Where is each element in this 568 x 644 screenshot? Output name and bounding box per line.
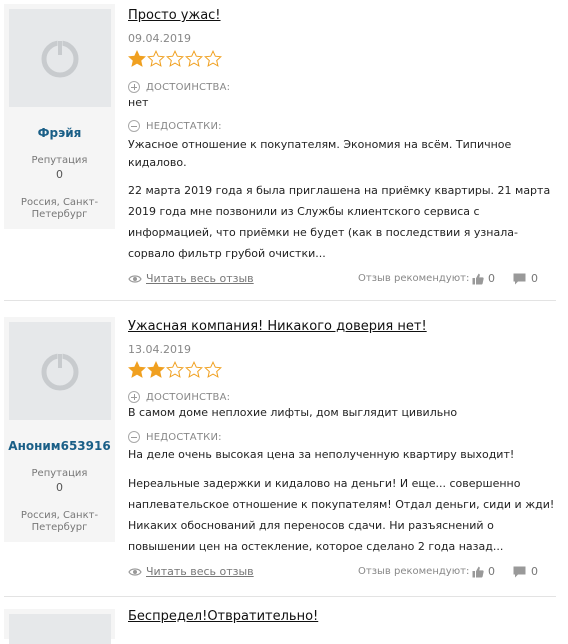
review-separator xyxy=(4,300,556,301)
user-placeholder-icon xyxy=(41,352,79,391)
user-location: Россия, Санкт-Петербург xyxy=(20,197,99,220)
review-date: 09.04.2019 xyxy=(128,32,191,45)
star-empty-icon xyxy=(185,50,203,67)
star-empty-icon xyxy=(204,361,222,378)
recommend-label: Отзыв рекомендуют: xyxy=(358,273,470,284)
cons-label-text: НЕДОСТАТКИ: xyxy=(146,431,222,443)
plus-circle-icon xyxy=(128,81,140,93)
read-more-link[interactable]: Читать весь отзыв xyxy=(128,272,254,285)
thumbs-up-icon xyxy=(472,273,484,284)
review-title[interactable]: Ужасная компания! Никакого доверия нет! xyxy=(128,319,427,334)
pros-label: ДОСТОИНСТВА: xyxy=(128,81,230,93)
like-button[interactable]: 0 xyxy=(472,565,495,578)
star-empty-icon xyxy=(166,50,184,67)
eye-icon xyxy=(128,567,142,576)
comment-icon xyxy=(513,566,526,577)
avatar[interactable] xyxy=(9,614,111,644)
review-title[interactable]: Беспредел!Отвратительно! xyxy=(128,609,318,624)
user-card xyxy=(4,609,115,644)
minus-circle-icon xyxy=(128,120,140,132)
review-card: Беспредел!Отвратительно! xyxy=(0,605,568,644)
review-card: Аноним653916 Репутация 0 Россия, Санкт-П… xyxy=(0,313,568,603)
rating-stars xyxy=(128,50,222,68)
pros-label: ДОСТОИНСТВА: xyxy=(128,391,230,403)
minus-circle-icon xyxy=(128,431,140,443)
review-title[interactable]: Просто ужас! xyxy=(128,8,221,23)
read-more-text[interactable]: Читать весь отзыв xyxy=(146,272,254,285)
read-more-link[interactable]: Читать весь отзыв xyxy=(128,565,254,578)
comments-button[interactable]: 0 xyxy=(513,272,538,285)
cons-label: НЕДОСТАТКИ: xyxy=(128,120,222,132)
like-count: 0 xyxy=(488,565,495,578)
reputation-label: Репутация xyxy=(31,468,88,479)
eye-icon xyxy=(128,274,142,283)
avatar[interactable] xyxy=(9,9,111,107)
review-content: Просто ужас! 09.04.2019 ДОСТОИНСТВА: нет… xyxy=(128,0,558,300)
star-empty-icon xyxy=(185,361,203,378)
star-filled-icon xyxy=(128,361,146,378)
star-empty-icon xyxy=(166,361,184,378)
rating-stars xyxy=(128,361,222,379)
star-filled-icon xyxy=(128,50,146,67)
comment-icon xyxy=(513,273,526,284)
username[interactable]: Фрэйя xyxy=(4,126,115,140)
review-body: 22 марта 2019 года я была приглашена на … xyxy=(128,184,551,260)
thumbs-up-icon xyxy=(472,566,484,577)
like-button[interactable]: 0 xyxy=(472,272,495,285)
plus-circle-icon xyxy=(128,391,140,403)
review-separator xyxy=(4,596,556,597)
cons-text: Ужасное отношение к покупателям. Экономи… xyxy=(128,138,512,169)
comment-count: 0 xyxy=(531,272,538,285)
user-location: Россия, Санкт-Петербург xyxy=(20,510,99,533)
user-card: Аноним653916 Репутация 0 Россия, Санкт-П… xyxy=(4,317,115,542)
username[interactable]: Аноним653916 xyxy=(4,439,115,453)
reputation-value: 0 xyxy=(56,168,63,181)
cons-label: НЕДОСТАТКИ: xyxy=(128,431,222,443)
pros-text: нет xyxy=(128,96,149,109)
comment-count: 0 xyxy=(531,565,538,578)
comments-button[interactable]: 0 xyxy=(513,565,538,578)
review-footer: Читать весь отзыв Отзыв рекомендуют: 0 0 xyxy=(128,565,540,581)
star-filled-icon xyxy=(147,361,165,378)
reputation-label: Репутация xyxy=(31,155,88,166)
review-card: Фрэйя Репутация 0 Россия, Санкт-Петербур… xyxy=(0,0,568,301)
cons-label-text: НЕДОСТАТКИ: xyxy=(146,120,222,132)
avatar[interactable] xyxy=(9,322,111,420)
star-empty-icon xyxy=(204,50,222,67)
reputation-value: 0 xyxy=(56,481,63,494)
cons-text: На деле очень высокая цена за неполученн… xyxy=(128,448,515,461)
review-body: Нереальные задержки и кидалово на деньги… xyxy=(128,477,555,553)
user-placeholder-icon xyxy=(41,39,79,78)
like-count: 0 xyxy=(488,272,495,285)
recommend-label: Отзыв рекомендуют: xyxy=(358,566,470,577)
pros-label-text: ДОСТОИНСТВА: xyxy=(146,391,231,403)
read-more-text[interactable]: Читать весь отзыв xyxy=(146,565,254,578)
review-content: Ужасная компания! Никакого доверия нет! … xyxy=(128,313,558,601)
user-card: Фрэйя Репутация 0 Россия, Санкт-Петербур… xyxy=(4,4,115,229)
pros-label-text: ДОСТОИНСТВА: xyxy=(146,81,231,93)
review-content: Беспредел!Отвратительно! xyxy=(128,605,558,635)
star-empty-icon xyxy=(147,50,165,67)
pros-text: В самом доме неплохие лифты, дом выгляди… xyxy=(128,406,458,419)
review-footer: Читать весь отзыв Отзыв рекомендуют: 0 0 xyxy=(128,272,540,288)
review-date: 13.04.2019 xyxy=(128,343,191,356)
